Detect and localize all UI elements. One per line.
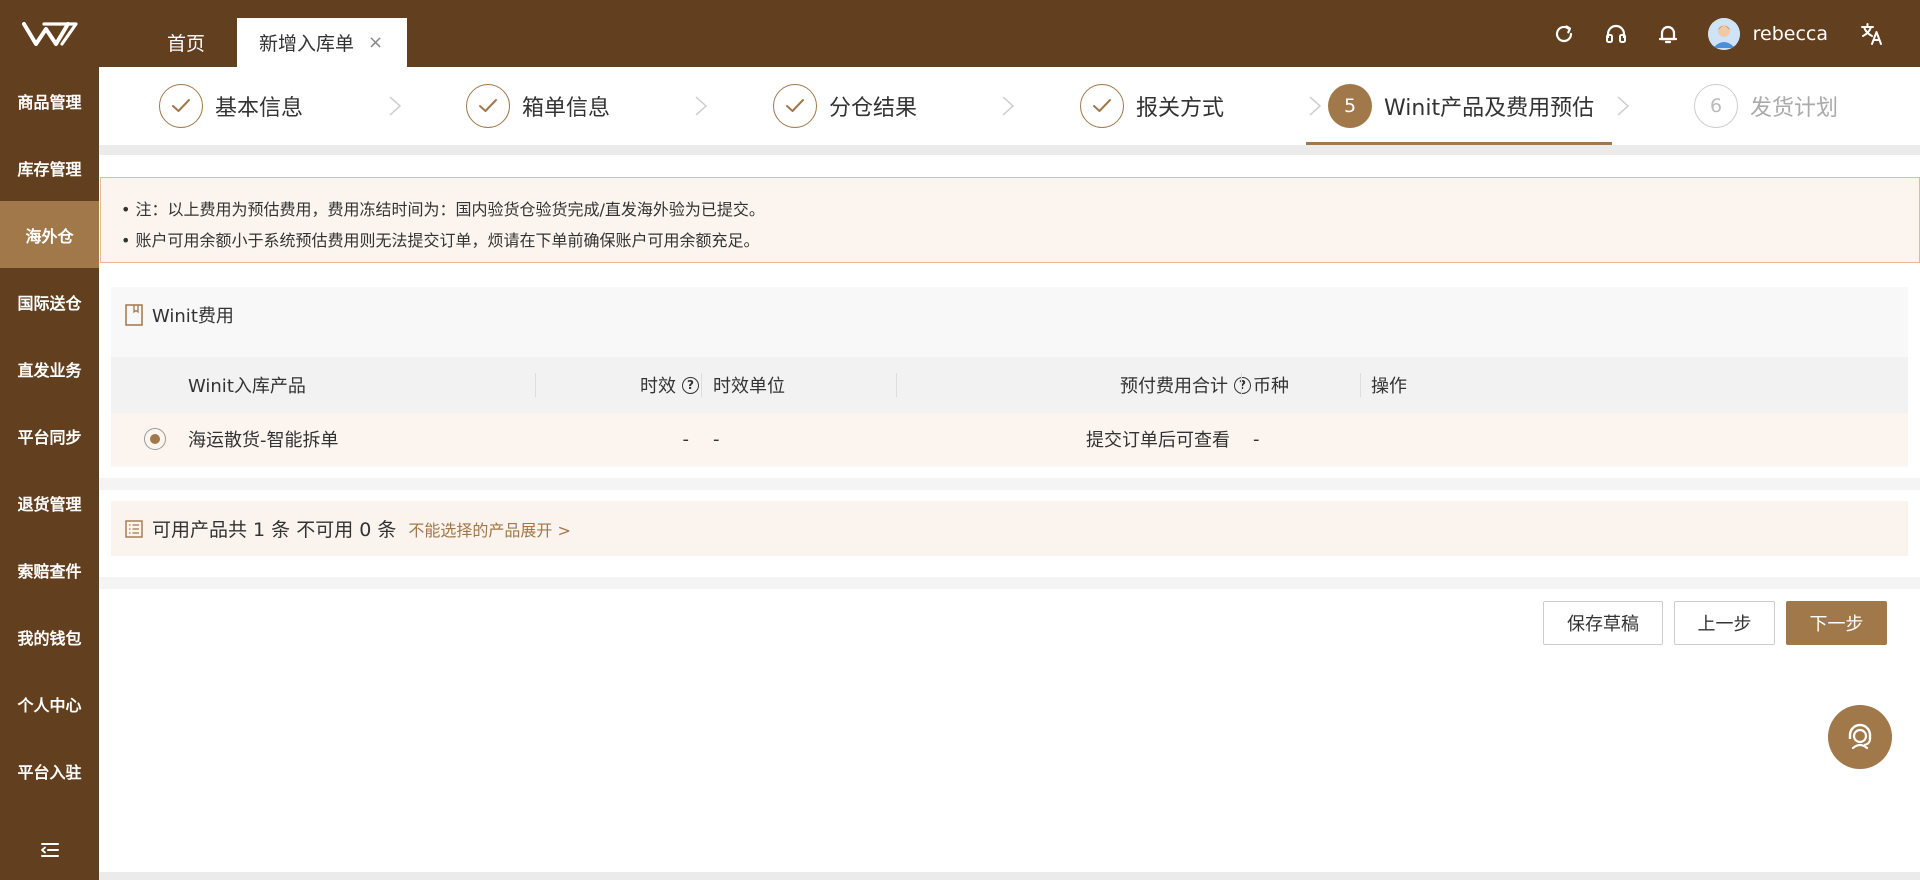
col-time-unit: 时效单位 [713, 376, 785, 397]
col-timeliness: 时效 ? [536, 357, 699, 413]
sidebar-item-platform-sync[interactable]: 平台同步 [0, 402, 99, 469]
radio-selected[interactable] [144, 428, 166, 450]
step-shipping-plan[interactable]: 6 发货计划 [1694, 67, 1838, 145]
fee-table: Winit入库产品 时效 ? 时效单位 预付费用合计 ? 币种 操作 海运散货-… [111, 357, 1908, 465]
product-summary: 可用产品共 1 条 不可用 0 条 不能选择的产品展开 > [111, 501, 1908, 556]
product-radio[interactable] [144, 413, 166, 465]
step-label: 发货计划 [1750, 96, 1839, 121]
col-prepaid-total: 预付费用合计 ? [897, 357, 1251, 413]
column-divider [1360, 373, 1361, 397]
notice-line: • 账户可用余额小于系统预估费用则无法提交订单，烦请在下单前确保账户可用余额充足… [121, 231, 760, 250]
winit-fee-card: Winit费用 Winit入库产品 时效 ? 时效单位 预付费用合计 ? 币种 [111, 287, 1908, 467]
divider [99, 145, 1920, 155]
cell-timeliness: - [682, 428, 690, 450]
chevron-right-icon [1002, 96, 1015, 116]
main-content: 基本信息 箱单信息 分仓结果 报关方式 5 Winit产品及费用预估 6 发货计… [99, 67, 1920, 872]
check-icon [1080, 84, 1124, 128]
user-menu[interactable]: rebecca [1707, 17, 1828, 50]
help-icon[interactable]: ? [1234, 376, 1251, 394]
step-label: 分仓结果 [829, 96, 918, 121]
step-warehouse-split[interactable]: 分仓结果 [773, 67, 917, 145]
step-label: 基本信息 [215, 96, 304, 121]
notice-line: • 注：以上费用为预估费用，费用冻结时间为：国内验货仓验货完成/直发海外验为已提… [121, 200, 765, 219]
col-action: 操作 [1371, 376, 1407, 397]
help-icon[interactable]: ? [682, 376, 699, 394]
customer-service-icon [1848, 723, 1872, 750]
step-label: Winit产品及费用预估 [1384, 96, 1595, 121]
next-step-button[interactable]: 下一步 [1786, 601, 1887, 645]
summary-text: 可用产品共 1 条 不可用 0 条 [152, 519, 397, 541]
tab-close-icon[interactable]: × [368, 32, 383, 53]
column-divider [1241, 373, 1242, 397]
headset-icon[interactable] [1590, 0, 1642, 67]
divider [99, 577, 1920, 589]
divider [99, 478, 1920, 490]
sidebar-item-direct-shipping[interactable]: 直发业务 [0, 335, 99, 402]
sidebar-item-personal-center[interactable]: 个人中心 [0, 670, 99, 737]
sidebar-item-platform-onboarding[interactable]: 平台入驻 [0, 737, 99, 804]
top-actions: rebecca [1538, 0, 1920, 67]
username: rebecca [1752, 22, 1828, 45]
cell-product: 海运散货-智能拆单 [188, 430, 339, 451]
cell-prepaid-total: 提交订单后可查看 [1086, 430, 1230, 451]
step-indicator: 基本信息 箱单信息 分仓结果 报关方式 5 Winit产品及费用预估 6 发货计… [99, 67, 1920, 145]
tab-new-inbound-order[interactable]: 新增入库单 × [237, 18, 407, 67]
chevron-right-icon [695, 96, 708, 116]
sidebar-item-overseas-warehouse[interactable]: 海外仓 [0, 201, 99, 268]
refresh-icon[interactable] [1538, 0, 1590, 67]
chevron-right-icon [1309, 96, 1322, 116]
prev-step-button[interactable]: 上一步 [1674, 601, 1775, 645]
step-packing-list[interactable]: 箱单信息 [466, 67, 610, 145]
table-row[interactable]: 海运散货-智能拆单 - - 提交订单后可查看 - [111, 413, 1908, 465]
list-icon [125, 519, 143, 538]
col-product: Winit入库产品 [188, 376, 306, 397]
sidebar-item-wallet[interactable]: 我的钱包 [0, 603, 99, 670]
customer-service-button[interactable] [1828, 705, 1892, 769]
check-icon [159, 84, 203, 128]
expand-unavailable-link[interactable]: 不能选择的产品展开 > [408, 517, 571, 541]
bell-icon[interactable] [1642, 0, 1694, 67]
card-title: Winit费用 [111, 287, 1908, 343]
sidebar-item-international-delivery[interactable]: 国际送仓 [0, 268, 99, 335]
check-icon [466, 84, 510, 128]
cell-currency: - [1253, 428, 1260, 450]
fee-notice: • 注：以上费用为预估费用，费用冻结时间为：国内验货仓验货完成/直发海外验为已提… [100, 177, 1920, 263]
card-title-text: Winit费用 [152, 306, 234, 327]
step-customs-method[interactable]: 报关方式 [1080, 67, 1224, 145]
chevron-right-icon [389, 96, 402, 116]
sidebar-item-returns[interactable]: 退货管理 [0, 469, 99, 536]
step-label: 报关方式 [1136, 96, 1225, 121]
top-bar: 首页 新增入库单 × rebecca [0, 0, 1920, 67]
table-header: Winit入库产品 时效 ? 时效单位 预付费用合计 ? 币种 操作 [111, 357, 1908, 413]
chevron-right-icon [1617, 96, 1630, 116]
translate-icon[interactable] [1846, 0, 1898, 67]
bottom-strip [99, 872, 1920, 880]
tab-home[interactable]: 首页 [136, 18, 236, 67]
step-winit-product-fee[interactable]: 5 Winit产品及费用预估 [1328, 67, 1594, 145]
winit-logo-icon [21, 21, 78, 46]
sidebar-item-inventory-management[interactable]: 库存管理 [0, 134, 99, 201]
sidebar-item-product-management[interactable]: 商品管理 [0, 67, 99, 134]
sidebar-collapse-icon[interactable] [0, 842, 99, 858]
sidebar-item-claims[interactable]: 索赔查件 [0, 536, 99, 603]
avatar [1707, 17, 1740, 50]
document-icon [125, 304, 143, 326]
winit-logo[interactable] [0, 0, 99, 67]
col-currency: 币种 [1253, 376, 1289, 397]
column-divider [701, 373, 702, 397]
check-icon [773, 84, 817, 128]
tab-new-inbound-order-label: 新增入库单 [259, 33, 355, 55]
step-label: 箱单信息 [522, 96, 611, 121]
step-number: 6 [1694, 84, 1738, 128]
save-draft-button[interactable]: 保存草稿 [1543, 601, 1663, 645]
cell-time-unit: - [713, 428, 720, 450]
sidebar: 商品管理 库存管理 海外仓 国际送仓 直发业务 平台同步 退货管理 索赔查件 我… [0, 67, 99, 880]
step-basic-info[interactable]: 基本信息 [159, 67, 303, 145]
step-number: 5 [1328, 84, 1372, 128]
tab-home-label: 首页 [166, 33, 205, 55]
